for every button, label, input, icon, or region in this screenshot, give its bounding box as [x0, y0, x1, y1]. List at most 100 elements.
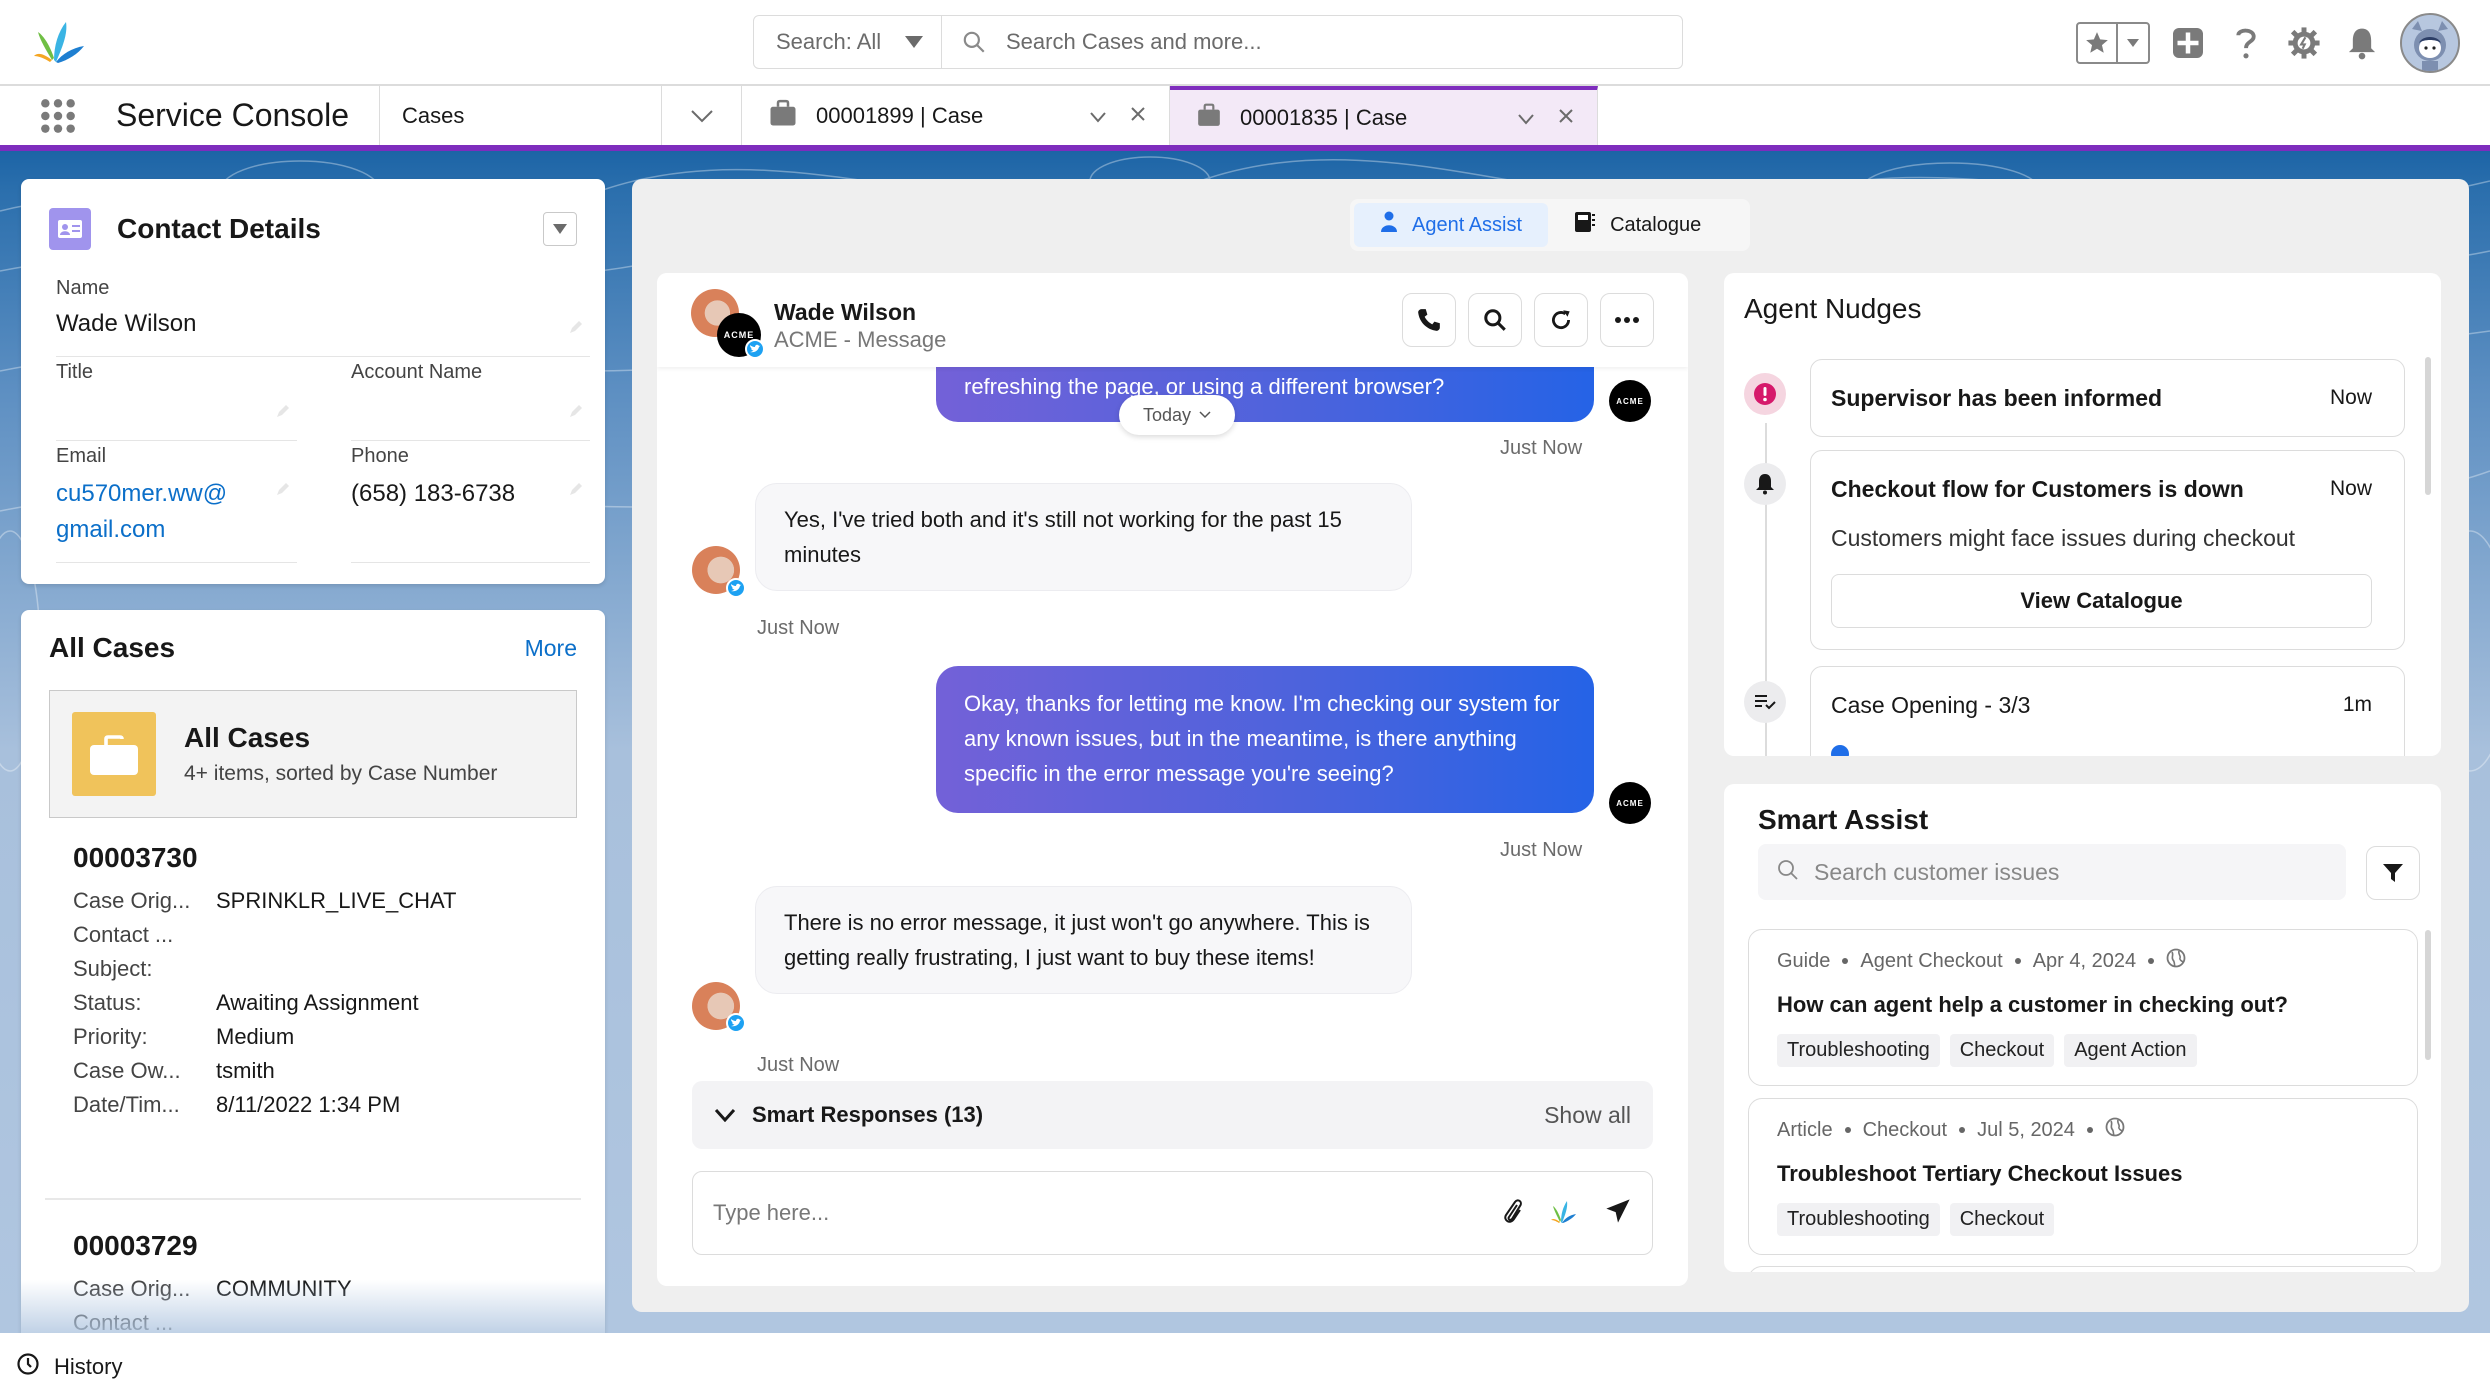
search-icon	[942, 29, 1006, 55]
list-title: All Cases	[184, 722, 311, 753]
case-row: Case Orig... SPRINKLR_LIVE_CHAT	[73, 884, 577, 918]
conversation-panel: ACME Wade Wilson ACME - Message refreshi…	[657, 273, 1688, 1286]
agent-brand-avatar: ACME	[1609, 380, 1651, 422]
conversation-header: ACME Wade Wilson ACME - Message	[657, 273, 1688, 367]
article-tag[interactable]: Checkout	[1949, 1203, 2055, 1236]
sprinklr-logo-icon[interactable]	[32, 16, 92, 66]
edit-pencil-icon[interactable]	[568, 481, 584, 502]
agent-nudges-title: Agent Nudges	[1744, 293, 1922, 324]
edit-pencil-icon[interactable]	[275, 481, 291, 502]
user-avatar[interactable]	[2400, 13, 2460, 73]
field-title: Title	[56, 361, 297, 441]
article-date: Jul 5, 2024	[1977, 1118, 2075, 1141]
today-label: Today	[1142, 404, 1192, 425]
chevron-down-icon[interactable]	[714, 1108, 736, 1122]
edit-pencil-icon[interactable]	[568, 319, 584, 340]
search-conversation-icon[interactable]	[1468, 293, 1522, 347]
smart-responses-label: Smart Responses (13)	[752, 1102, 984, 1127]
favorites-star-icon[interactable]	[2078, 24, 2118, 62]
tab-close-icon[interactable]	[1129, 103, 1147, 129]
phone-value[interactable]: (658) 183-6738	[351, 476, 590, 512]
case-row-key: Status:	[73, 990, 142, 1015]
workspace-tab-00001835[interactable]: 00001835 | Case	[1170, 86, 1598, 145]
workspace-tab-00001899[interactable]: 00001899 | Case	[742, 86, 1170, 145]
article-tag[interactable]: Troubleshooting	[1777, 1203, 1940, 1236]
case-divider	[45, 1198, 581, 1200]
case-number-link[interactable]: 00003729	[73, 1230, 577, 1262]
card-menu-dropdown-icon[interactable]	[543, 212, 577, 246]
history-label[interactable]: History	[54, 1354, 122, 1380]
history-clock-icon[interactable]	[16, 1352, 40, 1382]
object-nav-select[interactable]: Cases	[380, 86, 662, 145]
notifications-bell-icon[interactable]	[2342, 23, 2382, 63]
edit-pencil-icon[interactable]	[275, 403, 291, 424]
twitter-icon	[726, 578, 746, 598]
smart-assist-scrollbar[interactable]	[2425, 930, 2431, 1060]
more-options-icon[interactable]	[1600, 293, 1654, 347]
article-card[interactable]: Guide Agent Checkout Apr 4, 2024 How can…	[1748, 929, 2418, 1086]
view-catalogue-button[interactable]: View Catalogue	[1831, 574, 2372, 628]
search-icon	[1776, 858, 1800, 887]
search-customer-issues-input[interactable]	[1814, 858, 2346, 886]
case-row-key: Priority:	[73, 1024, 148, 1049]
case-row: Case Ow... tsmith	[73, 1054, 577, 1088]
nudges-scrollbar[interactable]	[2425, 357, 2431, 495]
email-link[interactable]: cu570mer.ww@ gmail.com	[56, 476, 297, 548]
object-nav-chevron-down-icon[interactable]	[662, 86, 742, 145]
article-card-partial[interactable]	[1748, 1266, 2418, 1272]
article-tag[interactable]: Troubleshooting	[1777, 1034, 1940, 1067]
attachment-paperclip-icon[interactable]	[1502, 1197, 1524, 1230]
tab-agent-assist[interactable]: Agent Assist	[1354, 203, 1549, 247]
send-icon[interactable]	[1604, 1197, 1632, 1230]
field-label: Name	[56, 277, 110, 299]
nudge-card[interactable]: Supervisor has been informed Now	[1810, 359, 2405, 437]
nudge-card: Checkout flow for Customers is down Now …	[1810, 450, 2405, 650]
smart-responses-bar[interactable]: Smart Responses (13) Show all	[692, 1081, 1653, 1149]
article-date: Apr 4, 2024	[2032, 949, 2137, 972]
tab-catalogue[interactable]: Catalogue	[1548, 203, 1727, 247]
filter-funnel-icon[interactable]	[2366, 846, 2420, 900]
nudge-card[interactable]: Case Opening - 3/3 1m	[1810, 666, 2405, 756]
tab-close-icon[interactable]	[1557, 105, 1575, 131]
nudge-time: Now	[2329, 386, 2372, 409]
case-briefcase-icon	[768, 98, 798, 134]
header-tools	[2076, 12, 2460, 74]
article-card[interactable]: Article Checkout Jul 5, 2024 Troubleshoo…	[1748, 1098, 2418, 1255]
case-number-link[interactable]: 00003730	[73, 842, 577, 874]
conversation-actions	[1402, 293, 1654, 347]
agent-assist-panel: Agent Assist Catalogue ACME Wade Wilson …	[632, 179, 2469, 1312]
sprinklr-ai-icon[interactable]	[1550, 1198, 1578, 1229]
contact-name: Wade Wilson	[774, 299, 917, 325]
field-label: Phone	[351, 445, 409, 467]
field-phone: Phone (658) 183-6738	[351, 445, 590, 563]
case-row: Subject:	[73, 952, 577, 986]
contact-details-title: Contact Details	[117, 213, 321, 244]
article-tag[interactable]: Checkout	[1949, 1034, 2055, 1067]
channel-label: ACME - Message	[774, 327, 947, 352]
message-input[interactable]	[713, 1200, 1502, 1226]
tab-chevron-down-icon[interactable]	[1089, 103, 1107, 129]
call-phone-icon[interactable]	[1402, 293, 1456, 347]
case-row: Date/Tim... 8/11/2022 1:34 PM	[73, 1088, 577, 1122]
setup-gear-icon[interactable]	[2284, 23, 2324, 63]
global-search-input[interactable]	[1006, 29, 1682, 55]
smart-assist-panel: Smart Assist Guide Agent Checkout Apr 4,…	[1724, 784, 2441, 1272]
app-launcher-grid-icon[interactable]	[0, 86, 116, 145]
favorites-dropdown-icon[interactable]	[2118, 24, 2148, 62]
global-actions-plus-icon[interactable]	[2168, 23, 2208, 63]
all-cases-list-view[interactable]: All Cases 4+ items, sorted by Case Numbe…	[49, 690, 577, 818]
progress-step-dot	[1831, 745, 1849, 756]
article-tag[interactable]: Agent Action	[2064, 1034, 2197, 1067]
case-row-key: Date/Tim...	[73, 1092, 180, 1117]
tab-chevron-down-icon[interactable]	[1517, 105, 1535, 131]
help-question-icon[interactable]	[2226, 23, 2266, 63]
edit-pencil-icon[interactable]	[568, 403, 584, 424]
message-text: Okay, thanks for letting me know. I'm ch…	[964, 691, 1560, 786]
field-label: Email	[56, 445, 107, 467]
show-all-link[interactable]: Show all	[1544, 1102, 1631, 1129]
search-scope-dropdown[interactable]: Search: All	[754, 16, 942, 68]
more-link[interactable]: More	[525, 635, 577, 662]
date-separator-today[interactable]: Today	[1119, 395, 1235, 435]
refresh-icon[interactable]	[1534, 293, 1588, 347]
case-row-key: Case Ow...	[73, 1058, 181, 1083]
